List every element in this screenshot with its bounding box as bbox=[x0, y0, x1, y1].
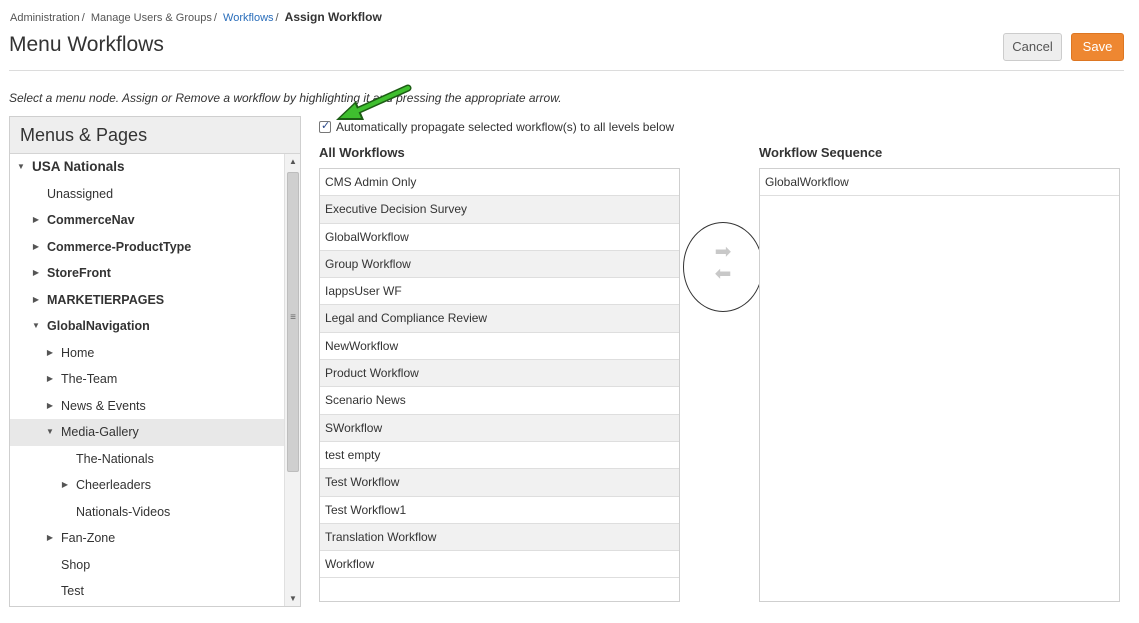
caret-right-icon[interactable]: ▶ bbox=[31, 260, 41, 286]
menu-tree-panel: Menus & Pages ▼ USA Nationals Unassigned ▶ C… bbox=[9, 116, 301, 607]
tree-node[interactable]: ▶ StoreFront bbox=[10, 260, 284, 287]
tree-node[interactable]: ▶ Home bbox=[10, 340, 284, 367]
tree-node[interactable]: ▶ CommerceNav bbox=[10, 207, 284, 234]
tree-node[interactable]: ▼ GlobalNavigation bbox=[10, 313, 284, 340]
tree-panel-title: Menus & Pages bbox=[10, 117, 300, 154]
breadcrumb-workflows[interactable]: Workflows bbox=[223, 12, 274, 24]
header-divider bbox=[9, 70, 1124, 71]
tree-node[interactable]: ▶ The-Team bbox=[10, 366, 284, 393]
move-controls: ➡ ⬅ bbox=[683, 222, 763, 312]
caret-right-icon[interactable]: ▶ bbox=[31, 234, 41, 260]
scroll-up-icon[interactable]: ▲ bbox=[285, 154, 300, 170]
tree-node-label: News & Events bbox=[61, 398, 146, 413]
caret-down-icon[interactable]: ▼ bbox=[31, 313, 41, 339]
tree-node-label: Commerce-ProductType bbox=[47, 239, 192, 254]
caret-down-icon[interactable]: ▼ bbox=[45, 419, 55, 445]
list-item[interactable]: Test Workflow1 bbox=[320, 497, 679, 524]
page-title: Menu Workflows bbox=[9, 33, 164, 56]
list-item[interactable]: IappsUser WF bbox=[320, 278, 679, 306]
tree-node-label: StoreFront bbox=[47, 266, 111, 280]
caret-right-icon[interactable]: ▶ bbox=[31, 287, 41, 313]
caret-down-icon[interactable]: ▼ bbox=[16, 154, 26, 180]
all-workflows-list: CMS Admin Only Executive Decision Survey G… bbox=[319, 168, 680, 602]
tree-node-label: Unassigned bbox=[47, 186, 114, 201]
list-item[interactable]: GlobalWorkflow bbox=[320, 224, 679, 251]
tree-node[interactable]: Unassigned bbox=[10, 181, 284, 208]
tree-node[interactable]: The-Nationals bbox=[10, 446, 284, 473]
list-item[interactable]: Legal and Compliance Review bbox=[320, 305, 679, 333]
caret-right-icon[interactable]: ▶ bbox=[45, 525, 55, 551]
list-item[interactable]: CMS Admin Only bbox=[320, 169, 679, 197]
breadcrumb-administration[interactable]: Administration bbox=[10, 12, 80, 24]
caret-right-icon[interactable]: ▶ bbox=[45, 340, 55, 366]
arrow-right-icon[interactable]: ➡ bbox=[709, 242, 737, 262]
tree-node[interactable]: ▶ Fan-Zone bbox=[10, 525, 284, 552]
list-item[interactable]: GlobalWorkflow bbox=[760, 169, 1119, 197]
list-item[interactable]: NewWorkflow bbox=[320, 333, 679, 361]
tree-node-label: CommerceNav bbox=[47, 213, 135, 227]
workflow-sequence-title: Workflow Sequence bbox=[759, 145, 883, 160]
tree-node-label: The-Nationals bbox=[76, 451, 154, 466]
tree-node-label: Test bbox=[61, 584, 84, 598]
list-item[interactable]: Scenario News bbox=[320, 387, 679, 415]
tree-node-label: GlobalNavigation bbox=[47, 319, 150, 333]
tree-node[interactable]: ▶ Commerce-ProductType bbox=[10, 234, 284, 261]
tree-node-label: The-Team bbox=[61, 372, 118, 386]
propagate-checkbox[interactable] bbox=[319, 119, 331, 133]
scroll-thumb[interactable]: ≡ bbox=[287, 172, 299, 472]
tree-node[interactable]: ▶ Cheerleaders bbox=[10, 472, 284, 499]
caret-right-icon[interactable]: ▶ bbox=[45, 393, 55, 419]
tree-node[interactable]: ▶ News & Events bbox=[10, 393, 284, 420]
list-item[interactable]: Workflow bbox=[320, 551, 679, 579]
list-item[interactable]: Executive Decision Survey bbox=[320, 196, 679, 224]
tree-node-label: Shop bbox=[61, 557, 91, 572]
caret-right-icon[interactable]: ▶ bbox=[45, 366, 55, 392]
tree-node[interactable]: Test bbox=[10, 578, 284, 605]
workflow-sequence-list: GlobalWorkflow bbox=[759, 168, 1120, 602]
list-item[interactable]: SWorkflow bbox=[320, 414, 679, 442]
save-button[interactable]: Save bbox=[1071, 33, 1124, 61]
menu-tree: ▼ USA Nationals Unassigned ▶ CommerceNav ▶ Com… bbox=[10, 154, 284, 605]
tree-node-label: Fan-Zone bbox=[61, 531, 116, 545]
caret-right-icon[interactable]: ▶ bbox=[31, 207, 41, 233]
scroll-down-icon[interactable]: ▼ bbox=[285, 591, 300, 606]
list-item[interactable]: Translation Workflow bbox=[320, 523, 679, 552]
arrow-left-icon[interactable]: ⬅ bbox=[709, 264, 737, 284]
tree-node-label: Home bbox=[61, 345, 95, 360]
tree-node[interactable]: ▶ MARKETIERPAGES bbox=[10, 287, 284, 314]
tree-node[interactable]: Shop bbox=[10, 552, 284, 579]
tree-node-label: USA Nationals bbox=[32, 159, 125, 174]
breadcrumb-manage-users[interactable]: Manage Users & Groups bbox=[91, 12, 212, 24]
grip-icon: ≡ bbox=[290, 312, 296, 323]
list-item[interactable]: Product Workflow bbox=[320, 360, 679, 388]
instruction-text: Select a menu node. Assign or Remove a w… bbox=[9, 91, 562, 105]
list-item[interactable]: Test Workflow bbox=[320, 469, 679, 497]
list-item[interactable]: Group Workflow bbox=[320, 250, 679, 279]
breadcrumb: Administration / Manage Users & Groups / W… bbox=[10, 10, 382, 24]
list-item[interactable]: test empty bbox=[320, 442, 679, 470]
breadcrumb-current: Assign Workflow bbox=[284, 10, 382, 24]
tree-node[interactable]: ▼ USA Nationals bbox=[10, 154, 284, 181]
tree-node[interactable]: Nationals-Videos bbox=[10, 499, 284, 526]
caret-right-icon[interactable]: ▶ bbox=[60, 472, 70, 498]
tree-node-label: Cheerleaders bbox=[76, 478, 152, 492]
tree-node-label: Nationals-Videos bbox=[76, 504, 171, 519]
cancel-button[interactable]: Cancel bbox=[1003, 33, 1062, 61]
tree-node[interactable]: ▼ Media-Gallery bbox=[10, 419, 284, 446]
green-pointer-arrow-icon bbox=[336, 84, 412, 120]
tree-scrollbar[interactable]: ▲ ≡ ▼ bbox=[284, 154, 300, 606]
tree-node-label: MARKETIERPAGES bbox=[47, 292, 165, 307]
all-workflows-title: All Workflows bbox=[319, 145, 405, 160]
tree-node-label: Media-Gallery bbox=[61, 425, 139, 439]
